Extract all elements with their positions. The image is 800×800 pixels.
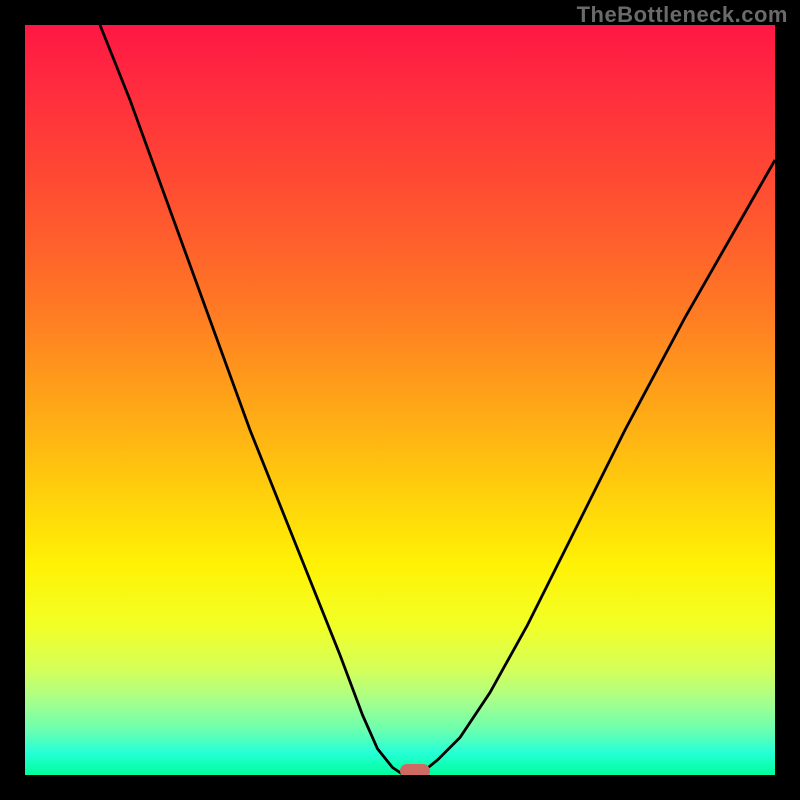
plot-area [25,25,775,775]
left-curve [100,25,404,775]
minimum-marker [400,764,430,775]
watermark-text: TheBottleneck.com [577,2,788,28]
chart-frame: TheBottleneck.com [0,0,800,800]
curve-layer [25,25,775,775]
right-curve [419,160,775,775]
